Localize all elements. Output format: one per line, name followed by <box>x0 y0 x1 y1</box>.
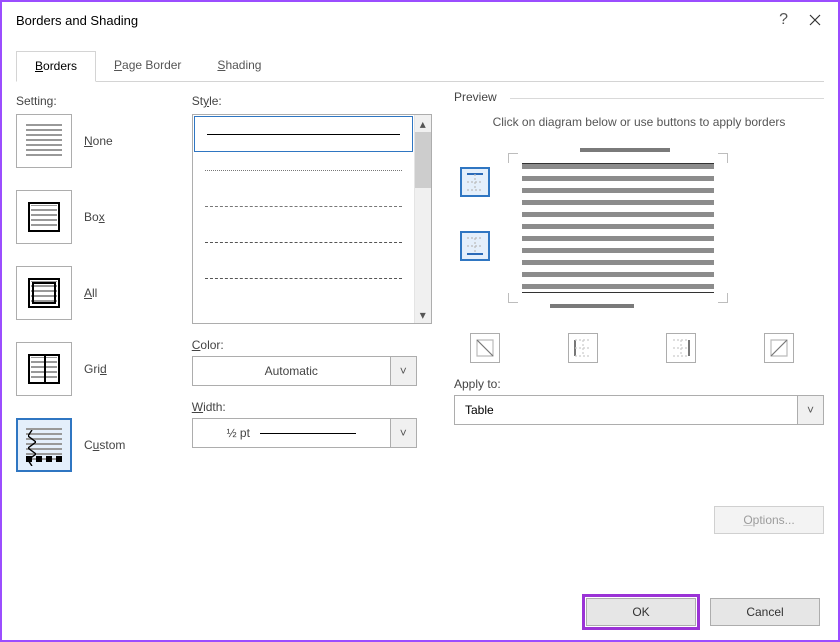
style-column: Style: ▴ ▾ Color: Automatic ˅ Width: <box>192 90 432 494</box>
border-right-button[interactable] <box>666 333 696 363</box>
setting-none[interactable]: None <box>16 114 170 168</box>
apply-to-heading: Apply to: <box>454 377 824 391</box>
border-bottom-icon <box>466 237 484 255</box>
ok-button[interactable]: OK <box>586 598 696 626</box>
scroll-down-icon[interactable]: ▾ <box>415 306 431 323</box>
preview-diagram[interactable] <box>508 143 728 313</box>
border-diag-down-button[interactable] <box>470 333 500 363</box>
style-heading: Style: <box>192 94 432 108</box>
width-heading: Width: <box>192 400 432 414</box>
setting-column: Setting: None Box All Grid <box>16 90 170 494</box>
help-button[interactable]: ? <box>779 11 788 29</box>
apply-to-dropdown[interactable]: Table ˅ <box>454 395 824 425</box>
border-right-icon <box>672 339 690 357</box>
border-bottom-button[interactable] <box>460 231 490 261</box>
border-top-button[interactable] <box>460 167 490 197</box>
title-bar: Borders and Shading ? <box>2 2 838 38</box>
style-scrollbar[interactable]: ▴ ▾ <box>414 115 431 323</box>
tab-shading[interactable]: Shading <box>199 51 279 82</box>
border-diag-up-button[interactable] <box>764 333 794 363</box>
style-list[interactable]: ▴ ▾ <box>192 114 432 324</box>
border-diag-down-icon <box>476 339 494 357</box>
close-icon <box>809 14 821 26</box>
tab-page-border[interactable]: Page Border <box>96 51 199 82</box>
width-preview-line <box>260 433 356 434</box>
scroll-thumb[interactable] <box>415 132 431 188</box>
style-option-dotted[interactable] <box>193 152 414 188</box>
width-value: ½ pt <box>227 426 250 440</box>
style-option-solid[interactable] <box>194 116 413 152</box>
setting-all-icon <box>16 266 72 320</box>
preview-column: Preview Click on diagram below or use bu… <box>454 90 824 494</box>
cancel-button[interactable]: Cancel <box>710 598 820 626</box>
setting-box[interactable]: Box <box>16 190 170 244</box>
dialog-buttons: OK Cancel <box>586 598 820 626</box>
setting-all[interactable]: All <box>16 266 170 320</box>
borders-shading-dialog: Borders and Shading ? Borders Page Borde… <box>0 0 840 642</box>
preview-area <box>454 139 824 313</box>
color-dropdown[interactable]: Automatic ˅ <box>192 356 417 386</box>
window-title: Borders and Shading <box>16 13 779 28</box>
setting-custom[interactable]: Custom <box>16 418 170 472</box>
preview-heading: Preview <box>454 90 505 104</box>
border-top-icon <box>466 173 484 191</box>
tab-strip: Borders Page Border Shading <box>16 50 824 82</box>
color-value: Automatic <box>193 364 390 378</box>
setting-none-icon <box>16 114 72 168</box>
chevron-down-icon: ˅ <box>797 396 823 424</box>
setting-grid[interactable]: Grid <box>16 342 170 396</box>
border-diag-up-icon <box>770 339 788 357</box>
preview-hint: Click on diagram below or use buttons to… <box>454 104 824 139</box>
tab-borders[interactable]: Borders <box>16 51 96 82</box>
style-option-dashed-large[interactable] <box>193 224 414 260</box>
chevron-down-icon: ˅ <box>390 357 416 385</box>
scroll-up-icon[interactable]: ▴ <box>415 115 431 132</box>
style-option-dashdot[interactable] <box>193 260 414 296</box>
setting-grid-icon <box>16 342 72 396</box>
content-area: Setting: None Box All Grid <box>2 82 838 508</box>
style-option-dashed-small[interactable] <box>193 188 414 224</box>
border-left-icon <box>574 339 592 357</box>
border-left-button[interactable] <box>568 333 598 363</box>
color-heading: Color: <box>192 338 432 352</box>
options-button: Options... <box>714 506 824 534</box>
setting-heading: Setting: <box>16 94 170 108</box>
close-button[interactable] <box>792 2 838 38</box>
setting-custom-icon <box>16 418 72 472</box>
apply-to-value: Table <box>455 403 797 417</box>
setting-box-icon <box>16 190 72 244</box>
chevron-down-icon: ˅ <box>390 419 416 447</box>
width-dropdown[interactable]: ½ pt ˅ <box>192 418 417 448</box>
